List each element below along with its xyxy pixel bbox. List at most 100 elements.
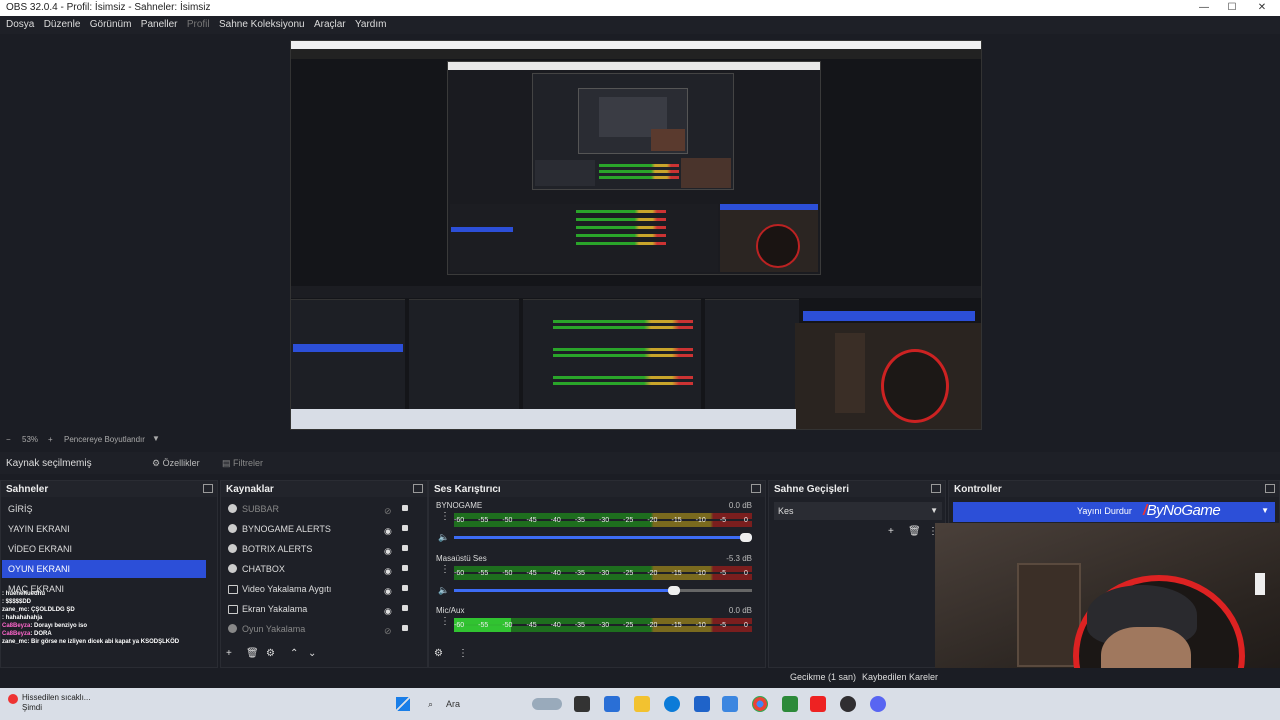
discord-icon[interactable] <box>870 696 886 712</box>
menu-file[interactable]: Dosya <box>6 19 34 30</box>
window-title: OBS 32.0.4 - Profil: İsimsiz - Sahneler:… <box>6 2 211 13</box>
task-view-icon[interactable] <box>574 696 590 712</box>
eye-icon[interactable]: ◉ <box>384 522 392 540</box>
eye-hidden-icon[interactable]: ⊘ <box>384 622 392 640</box>
trash-icon[interactable]: 🗑 <box>908 526 921 537</box>
edge-icon[interactable] <box>664 696 680 712</box>
kebab-menu-icon[interactable]: ⋮ <box>440 564 450 575</box>
chrome-icon[interactable] <box>752 696 768 712</box>
scene-item-giris[interactable]: GİRİŞ <box>2 500 206 518</box>
source-item-bynogame-alerts[interactable]: BYNOGAME ALERTS ◉ <box>224 520 420 538</box>
nested-meter-d <box>553 354 693 357</box>
meter-tick-label: -55 <box>478 570 489 577</box>
menu-tools[interactable]: Araçlar <box>314 19 346 30</box>
source-label: BOTRIX ALERTS <box>242 544 313 554</box>
lock-icon[interactable] <box>402 585 408 591</box>
speaker-icon[interactable]: 🔈 <box>438 585 449 596</box>
maximize-icon[interactable]: ☐ <box>1218 0 1246 16</box>
eye-icon[interactable]: ◉ <box>384 542 392 560</box>
fit-dropdown-icon[interactable]: ▼ <box>152 434 160 443</box>
obs-icon[interactable] <box>840 696 856 712</box>
windows-start-icon[interactable] <box>396 697 410 711</box>
copilot-icon[interactable] <box>604 696 620 712</box>
weather-icon[interactable] <box>8 694 18 704</box>
weather-widget[interactable]: Hissedilen sıcaklı... Şimdi <box>22 693 90 713</box>
dock-float-icon[interactable] <box>751 484 761 493</box>
move-down-icon[interactable]: ⌄ <box>308 648 316 659</box>
gear-icon[interactable]: ⚙ <box>266 648 275 659</box>
source-item-screen-capture[interactable]: Ekran Yakalama ◉ <box>224 600 420 618</box>
lock-icon[interactable] <box>402 605 408 611</box>
trash-icon[interactable]: 🗑 <box>246 648 259 659</box>
lock-icon[interactable] <box>402 565 408 571</box>
add-transition-button[interactable]: + <box>888 526 894 537</box>
properties-button[interactable]: ⚙ Özellikler <box>148 456 204 470</box>
nested-meter-3c <box>599 176 679 179</box>
eye-icon[interactable]: ◉ <box>384 562 392 580</box>
lock-icon[interactable] <box>402 545 408 551</box>
lock-icon[interactable] <box>402 525 408 531</box>
transition-select[interactable]: Kes ▼ <box>774 502 942 520</box>
kebab-menu-icon[interactable]: ⋮ <box>440 511 450 522</box>
scenes-header: Sahneler <box>1 481 217 497</box>
lock-icon[interactable] <box>402 505 408 511</box>
volume-knob[interactable] <box>668 586 681 595</box>
zoom-in-button[interactable]: + <box>48 435 53 444</box>
menu-help[interactable]: Yardım <box>355 19 387 30</box>
nested-title-bar <box>291 41 981 49</box>
chevron-down-icon[interactable]: ▼ <box>1261 506 1269 515</box>
menu-edit[interactable]: Düzenle <box>44 19 81 30</box>
meter-tick-label: -50 <box>502 570 513 577</box>
source-item-game-capture[interactable]: Oyun Yakalama ⊘ <box>224 620 420 638</box>
add-source-button[interactable]: + <box>226 648 232 659</box>
zoom-out-button[interactable]: − <box>6 435 11 444</box>
lock-icon[interactable] <box>402 625 408 631</box>
meter-tick-label: -15 <box>671 570 682 577</box>
scene-item-video-ekrani[interactable]: VİDEO EKRANI <box>2 540 206 558</box>
menu-view[interactable]: Görünüm <box>90 19 132 30</box>
minimize-icon[interactable]: — <box>1190 0 1218 16</box>
chat-line: zane_mc: Bir görse ne izliyen dicek abi … <box>2 638 212 646</box>
source-item-video-capture[interactable]: Video Yakalama Aygıtı ◉ <box>224 580 420 598</box>
browser-source-icon <box>228 504 237 513</box>
dock-float-icon[interactable] <box>931 484 941 493</box>
dock-float-icon[interactable] <box>413 484 423 493</box>
taskbar-search[interactable]: ⌕ Ara <box>424 696 562 712</box>
filters-button[interactable]: ▤ Filtreler <box>218 456 267 470</box>
stop-streaming-button[interactable]: Yayını Durdur /ByNoGame ▼ <box>953 502 1275 522</box>
eye-icon[interactable]: ◉ <box>384 582 392 600</box>
file-explorer-icon[interactable] <box>634 696 650 712</box>
menu-docks[interactable]: Paneller <box>141 19 178 30</box>
source-item-subbar[interactable]: SUBBAR ⊘ <box>224 500 420 518</box>
close-icon[interactable]: ✕ <box>1248 0 1276 16</box>
nested-scene-selected <box>293 344 403 352</box>
app-icon[interactable] <box>722 696 738 712</box>
dock-float-icon[interactable] <box>1265 484 1275 493</box>
chat-user: Ca8Beyza <box>2 623 31 629</box>
fit-to-window-button[interactable]: Pencereye Boyutlandır <box>64 435 145 444</box>
game-app-icon[interactable] <box>782 696 798 712</box>
volume-knob[interactable] <box>740 533 752 542</box>
speaker-icon[interactable]: 🔈 <box>438 532 449 543</box>
dock-float-icon[interactable] <box>203 484 213 493</box>
scene-item-oyun-ekrani[interactable]: OYUN EKRANI <box>2 560 206 578</box>
volume-slider[interactable] <box>454 533 752 542</box>
source-item-botrix-alerts[interactable]: BOTRIX ALERTS ◉ <box>224 540 420 558</box>
youtube-icon[interactable] <box>810 696 826 712</box>
source-item-chatbox[interactable]: CHATBOX ◉ <box>224 560 420 578</box>
volume-slider[interactable] <box>454 586 752 595</box>
menu-profile[interactable]: Profil <box>187 19 210 30</box>
search-placeholder: Ara <box>446 699 461 709</box>
meter-tick-label: -25 <box>623 570 634 577</box>
kebab-menu-icon[interactable]: ⋮ <box>440 616 450 627</box>
scene-item-yayin-ekrani[interactable]: YAYIN EKRANI <box>2 520 206 538</box>
mixer-settings-icon[interactable]: ⚙ <box>434 648 443 659</box>
store-icon[interactable] <box>694 696 710 712</box>
preview-canvas[interactable] <box>290 40 982 430</box>
menu-scene-collection[interactable]: Sahne Koleksiyonu <box>219 19 305 30</box>
eye-icon[interactable]: ◉ <box>384 602 392 620</box>
nested-taskbar <box>291 409 796 429</box>
move-up-icon[interactable]: ⌃ <box>290 648 298 659</box>
eye-hidden-icon[interactable]: ⊘ <box>384 502 392 520</box>
kebab-menu-icon[interactable]: ⋮ <box>458 648 468 659</box>
